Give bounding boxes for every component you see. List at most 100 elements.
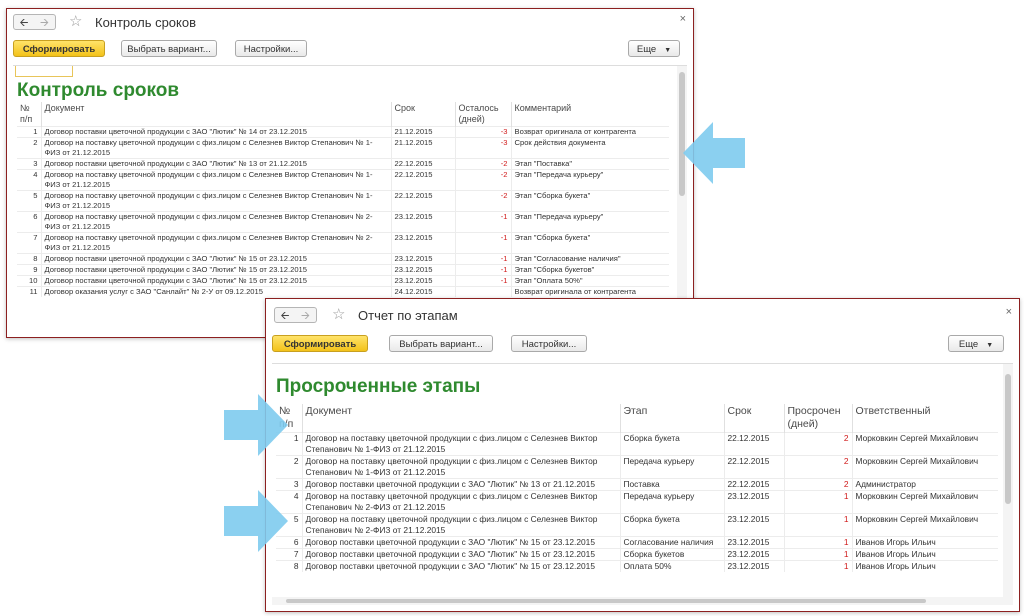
- table-row[interactable]: 9 Договор поставки цветочной продукции с …: [17, 264, 669, 276]
- vertical-scrollbar[interactable]: [677, 66, 687, 331]
- table-row[interactable]: 1 Договор на поставку цветочной продукции…: [276, 432, 998, 456]
- column-header: Комментарий: [510, 102, 669, 127]
- table-row[interactable]: 2 Договор на поставку цветочной продукции…: [276, 455, 998, 479]
- report-title: Контроль сроков: [17, 80, 180, 101]
- more-button[interactable]: Еще ▼: [628, 40, 680, 57]
- horizontal-scrollbar[interactable]: [272, 597, 1003, 605]
- cell-overdue: 1: [783, 490, 852, 514]
- chevron-down-icon: ▼: [986, 342, 994, 349]
- cell-doc: Договор поставки цветочной продукции с З…: [40, 264, 391, 276]
- callout-arrow-left: [683, 122, 745, 184]
- report-area: Просроченные этапы № п/п Документ Этап С…: [272, 363, 1013, 605]
- cell-left: -3: [454, 137, 511, 159]
- settings-button[interactable]: Настройки...: [511, 335, 587, 352]
- stage-report-window: 🡨 🡪 ☆ Отчет по этапам × Сформировать Выб…: [265, 298, 1020, 612]
- generate-button[interactable]: Сформировать: [272, 335, 368, 352]
- table-row[interactable]: 7 Договор на поставку цветочной продукции…: [17, 232, 669, 254]
- table-row[interactable]: 1 Договор поставки цветочной продукции с …: [17, 126, 669, 138]
- back-button[interactable]: 🡨: [274, 307, 296, 323]
- cell-n: 8: [276, 560, 302, 572]
- cell-doc: Договор поставки цветочной продукции с З…: [301, 560, 620, 572]
- table-row[interactable]: 4 Договор на поставку цветочной продукции…: [17, 169, 669, 191]
- cell-resp: Иванов Игорь Ильич: [851, 548, 998, 561]
- cell-overdue: 2: [783, 432, 852, 456]
- more-button[interactable]: Еще ▼: [948, 335, 1004, 352]
- forward-button[interactable]: 🡪: [295, 307, 317, 323]
- table-row[interactable]: 8 Договор поставки цветочной продукции с …: [17, 253, 669, 265]
- column-header: Просрочен (дней): [783, 404, 852, 433]
- star-icon[interactable]: ☆: [69, 13, 82, 31]
- table-row[interactable]: 6 Договор поставки цветочной продукции с …: [276, 536, 998, 549]
- table-row[interactable]: 4 Договор на поставку цветочной продукции…: [276, 490, 998, 514]
- cell-term: 22.12.2015: [390, 169, 455, 191]
- table-row[interactable]: 6 Договор на поставку цветочной продукции…: [17, 211, 669, 233]
- cell-n: 3: [276, 478, 302, 491]
- choose-variant-button[interactable]: Выбрать вариант...: [389, 335, 493, 352]
- cell-left: -2: [454, 158, 511, 170]
- cell-stage: Поставка: [619, 478, 724, 491]
- vertical-scrollbar[interactable]: [1003, 364, 1013, 605]
- cell-doc: Договор на поставку цветочной продукции …: [40, 137, 391, 159]
- cell-resp: Иванов Игорь Ильич: [851, 536, 998, 549]
- deadline-control-window: 🡨 🡪 ☆ Контроль сроков × Сформировать Выб…: [6, 8, 694, 338]
- cell-doc: Договор поставки цветочной продукции с З…: [301, 536, 620, 549]
- cell-n: 10: [17, 275, 41, 287]
- cell-comment: Этап "Сборка букетов": [510, 264, 669, 276]
- cell-term: 24.12.2015: [390, 286, 455, 297]
- cell-overdue: 1: [783, 560, 852, 572]
- star-icon[interactable]: ☆: [332, 306, 345, 324]
- generate-button[interactable]: Сформировать: [13, 40, 105, 57]
- choose-variant-button[interactable]: Выбрать вариант...: [121, 40, 217, 57]
- cell-left: -2: [454, 190, 511, 212]
- table-row[interactable]: 5 Договор на поставку цветочной продукции…: [276, 513, 998, 537]
- table-row[interactable]: 3 Договор поставки цветочной продукции с …: [17, 158, 669, 170]
- table-row[interactable]: 5 Договор на поставку цветочной продукции…: [17, 190, 669, 212]
- cell-doc: Договор поставки цветочной продукции с З…: [40, 275, 391, 287]
- cell-doc: Договор на поставку цветочной продукции …: [301, 432, 620, 456]
- table-row[interactable]: 11 Договор оказания услуг с ЗАО "Санлайт"…: [17, 286, 669, 297]
- close-icon[interactable]: ×: [1006, 306, 1012, 318]
- cell-resp: Морковкин Сергей Михайлович: [851, 513, 998, 537]
- table-row[interactable]: 8 Договор поставки цветочной продукции с …: [276, 560, 998, 572]
- cell-left: -1: [454, 211, 511, 233]
- cell-doc: Договор оказания услуг с ЗАО "Санлайт" №…: [40, 286, 391, 297]
- cell-overdue: 1: [783, 513, 852, 537]
- table-row[interactable]: 7 Договор поставки цветочной продукции с …: [276, 548, 998, 561]
- cell-doc: Договор на поставку цветочной продукции …: [40, 169, 391, 191]
- cell-n: 3: [17, 158, 41, 170]
- cell-resp: Администратор: [851, 478, 998, 491]
- cell-term: 22.12.2015: [723, 455, 784, 479]
- scrollbar-thumb[interactable]: [286, 599, 926, 603]
- close-icon[interactable]: ×: [680, 13, 686, 25]
- report-title: Просроченные этапы: [276, 376, 481, 397]
- cell-term: 23.12.2015: [390, 211, 455, 233]
- window-title-bar: 🡨 🡪 ☆ Отчет по этапам ×: [266, 299, 1019, 327]
- back-button[interactable]: 🡨: [13, 14, 35, 30]
- column-header: Документ: [40, 102, 391, 127]
- forward-button[interactable]: 🡪: [34, 14, 56, 30]
- arrow-right-icon: 🡪: [301, 310, 310, 322]
- cell-left: -1: [454, 253, 511, 265]
- arrow-left-icon: 🡨: [19, 17, 29, 29]
- table-row[interactable]: 2 Договор на поставку цветочной продукции…: [17, 137, 669, 159]
- cell-overdue: 1: [783, 536, 852, 549]
- cell-comment: Этап "Передача курьеру": [510, 169, 669, 191]
- cell-comment: Возврат оригинала от контрагента: [510, 286, 669, 297]
- cell-stage: Сборка букета: [619, 513, 724, 537]
- cell-term: 23.12.2015: [390, 232, 455, 254]
- cell-term: 21.12.2015: [390, 137, 455, 159]
- cell-term: 21.12.2015: [390, 126, 455, 138]
- cell-comment: Этап "Оплата 50%": [510, 275, 669, 287]
- table-row[interactable]: 3 Договор поставки цветочной продукции с …: [276, 478, 998, 491]
- cell-doc: Договор на поставку цветочной продукции …: [40, 211, 391, 233]
- chevron-down-icon: ▼: [664, 47, 672, 54]
- table-row[interactable]: 10 Договор поставки цветочной продукции с…: [17, 275, 669, 287]
- settings-button[interactable]: Настройки...: [235, 40, 307, 57]
- more-label: Еще: [958, 339, 979, 350]
- report-area: Контроль сроков № п/п Документ Срок Оста…: [13, 65, 687, 331]
- cell-comment: Этап "Сборка букета": [510, 232, 669, 254]
- cell-term: 22.12.2015: [390, 190, 455, 212]
- scrollbar-thumb[interactable]: [1005, 374, 1011, 504]
- cell-overdue: 2: [783, 455, 852, 479]
- cell-stage: Согласование наличия: [619, 536, 724, 549]
